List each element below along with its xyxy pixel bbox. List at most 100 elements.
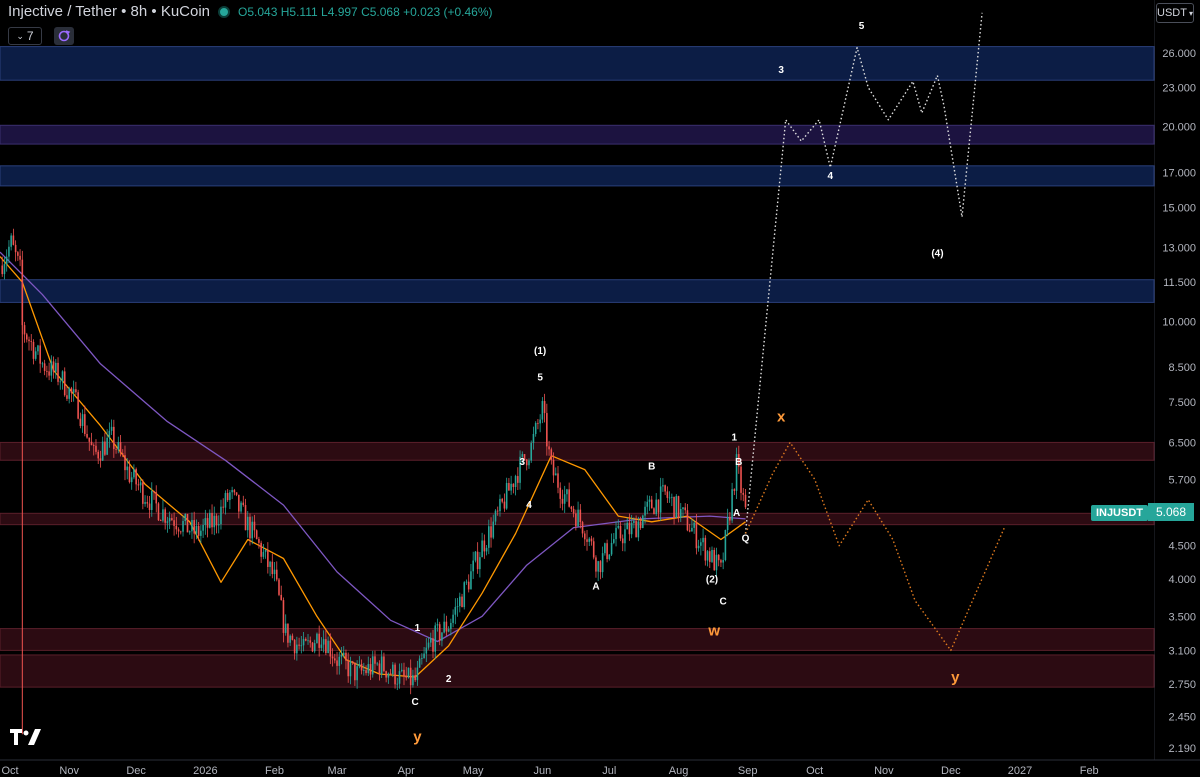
candle-body (608, 554, 611, 560)
symbol-name[interactable]: Injective / Tether • 8h • KuCoin (8, 3, 210, 20)
candle-body (23, 325, 26, 335)
candle-body (28, 339, 30, 342)
candle-body (184, 513, 187, 522)
candle-body (563, 494, 566, 504)
candle-body (43, 363, 46, 371)
price-tick-label: 4.000 (1168, 574, 1196, 586)
candle-body (57, 362, 59, 382)
candle-body (505, 482, 508, 509)
indicators-toggle-button[interactable]: ⌄ 7 (8, 27, 42, 45)
candle-body (467, 581, 470, 590)
candle-body (296, 644, 298, 654)
candle-body (744, 494, 747, 508)
time-tick-label: Apr (398, 765, 415, 777)
candle-body (613, 539, 615, 543)
price-zone-red (0, 628, 1155, 651)
candle-body (626, 522, 628, 530)
candle-body (456, 606, 459, 607)
candle-body (628, 522, 631, 535)
candle-body (706, 551, 709, 561)
candle-body (691, 527, 693, 532)
candle-body (325, 639, 327, 654)
tradingview-logo-icon[interactable] (10, 727, 42, 751)
candle-body (81, 414, 84, 426)
candle-body (157, 503, 160, 521)
candle-body (711, 549, 713, 562)
indicator-count: 7 (26, 29, 34, 43)
wave-label: x (777, 409, 786, 426)
candle-body (356, 666, 358, 681)
time-tick-label: Sep (738, 765, 758, 777)
candle-body (682, 507, 684, 510)
candle-body (677, 496, 680, 518)
candle-body (421, 658, 423, 659)
candle-body (1, 265, 4, 275)
candle-body (686, 510, 689, 531)
candle-body (392, 664, 394, 675)
wave-label: 1 (732, 432, 738, 443)
candle-body (213, 515, 216, 528)
candle-body (119, 442, 122, 454)
wave-label: y (951, 669, 960, 686)
wave-label: 5 (537, 373, 543, 384)
candle-body (135, 469, 137, 485)
candle-body (619, 526, 622, 539)
candle-body (77, 392, 79, 419)
candle-body (50, 361, 53, 376)
candle-body (173, 520, 175, 526)
candle-body (445, 621, 448, 632)
candle-body (322, 639, 325, 645)
candle-body (708, 551, 711, 562)
candle-body (479, 557, 481, 570)
chevron-down-icon: ▾ (1188, 8, 1193, 18)
candle-body (575, 513, 577, 527)
price-tick-label: 5.700 (1168, 474, 1196, 486)
currency-selector[interactable]: USDT ▾ (1156, 3, 1194, 23)
low-value: L4.997 (321, 4, 358, 19)
candle-body (148, 503, 151, 511)
candle-body (550, 449, 553, 460)
candle-body (367, 664, 370, 674)
candle-body (642, 515, 644, 528)
candle-body (510, 483, 512, 491)
candle-body (429, 638, 432, 643)
candle-body (405, 676, 408, 678)
candle-body (418, 658, 421, 668)
candle-body (289, 635, 291, 643)
candle-body (41, 363, 44, 365)
candle-body (66, 395, 68, 399)
candle-body (499, 498, 501, 512)
candle-body (300, 645, 303, 647)
candle-body (472, 560, 474, 572)
price-tick-label: 7.500 (1168, 397, 1196, 409)
candle-body (128, 466, 131, 483)
candle-body (512, 483, 515, 488)
time-axis[interactable]: Oct Nov Dec 2026 Feb Mar Apr May Jun Jul Aug Sep Oct… (0, 759, 1200, 777)
candle-body (427, 642, 430, 648)
candle-body (403, 669, 405, 677)
candle-body (697, 545, 700, 549)
candle-body (552, 459, 555, 476)
wave-label: B (648, 462, 655, 473)
candle-body (528, 460, 530, 466)
candle-body (37, 345, 39, 352)
candle-body (485, 547, 488, 552)
wave-label: A (592, 582, 599, 593)
candle-body (398, 671, 401, 684)
candle-body (407, 667, 410, 678)
candle-body (630, 522, 633, 535)
candle-body (648, 499, 651, 502)
price-chart[interactable]: (1)53412CyAB(2)Cw1BAQx3(3)54(4)y 26.0002… (0, 0, 1200, 777)
candle-body (537, 422, 539, 424)
candle-body (579, 509, 582, 523)
candle-body (200, 530, 202, 536)
candle-body (481, 540, 483, 558)
candle-body (39, 345, 41, 364)
candle-body (581, 522, 584, 534)
price-axis[interactable]: 26.000 23.000 20.000 17.000 15.000 13.000 11.5… (1155, 0, 1200, 777)
refresh-button[interactable] (54, 27, 74, 45)
candle-body (235, 492, 238, 495)
candle-body (588, 538, 591, 542)
market-status-icon (218, 5, 231, 18)
candle-body (3, 264, 6, 275)
